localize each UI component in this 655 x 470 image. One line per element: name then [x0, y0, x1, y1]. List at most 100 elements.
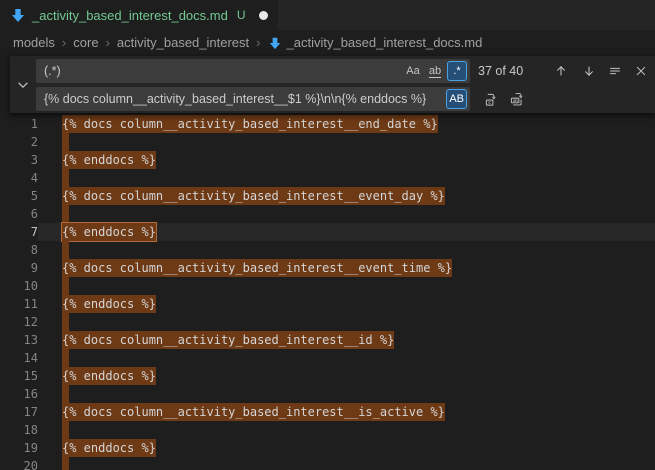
match-highlight: {% docs column__activity_based_interest_… [62, 331, 394, 349]
match-highlight [62, 421, 69, 439]
line-number: 10 [0, 277, 38, 295]
breadcrumb-item-core[interactable]: core [73, 35, 98, 50]
breadcrumb-item-file[interactable]: _activity_based_interest_docs.md [268, 35, 483, 50]
find-value: (.*) [44, 64, 403, 78]
match-highlight: {% docs column__activity_based_interest_… [62, 115, 438, 133]
replace-all-button[interactable]: ab [506, 88, 528, 110]
chevron-right-icon: › [256, 35, 260, 50]
svg-text:ab: ab [512, 98, 518, 103]
match-highlight [62, 241, 69, 259]
chevron-right-icon: › [62, 35, 66, 50]
whole-word-toggle[interactable]: ab [425, 61, 445, 81]
editor-line[interactable]: 2 [0, 133, 655, 151]
editor-lines: 1{% docs column__activity_based_interest… [0, 115, 655, 470]
chevron-down-icon [16, 78, 30, 92]
svg-text:c: c [488, 100, 491, 106]
line-number: 13 [0, 331, 38, 349]
line-number: 15 [0, 367, 38, 385]
tab-bar: _activity_based_interest_docs.md U [0, 0, 655, 30]
match-highlight: {% enddocs %} [62, 439, 156, 457]
editor-line-current-match[interactable]: 7 {% enddocs %} [0, 223, 655, 241]
replace-input[interactable]: {% docs column__activity_based_interest_… [36, 87, 470, 111]
match-highlight: {% docs column__activity_based_interest_… [62, 259, 452, 277]
preserve-case-toggle[interactable]: AB [446, 89, 467, 109]
editor[interactable]: 1{% docs column__activity_based_interest… [0, 55, 655, 470]
arrow-up-icon [554, 64, 568, 78]
editor-line[interactable]: 16 [0, 385, 655, 403]
editor-line[interactable]: 1{% docs column__activity_based_interest… [0, 115, 655, 133]
replace-toggles: AB [446, 89, 467, 109]
next-match-button[interactable] [578, 60, 600, 82]
line-number: 7 [0, 223, 38, 241]
match-highlight: {% enddocs %} [62, 295, 156, 313]
replace-value: {% docs column__activity_based_interest_… [44, 92, 446, 106]
editor-line[interactable]: 10 [0, 277, 655, 295]
line-number: 17 [0, 403, 38, 421]
line-number: 2 [0, 133, 38, 151]
current-match-highlight: {% enddocs %} [62, 223, 156, 241]
line-number: 4 [0, 169, 38, 187]
previous-match-button[interactable] [550, 60, 572, 82]
line-number: 19 [0, 439, 38, 457]
editor-line[interactable]: 14 [0, 349, 655, 367]
match-highlight [62, 169, 69, 187]
line-number: 11 [0, 295, 38, 313]
editor-line[interactable]: 18 [0, 421, 655, 439]
breadcrumb-item-models[interactable]: models [13, 35, 55, 50]
tab-filename: _activity_based_interest_docs.md [32, 8, 228, 23]
editor-line[interactable]: 11 {% enddocs %} [0, 295, 655, 313]
match-highlight [62, 313, 69, 331]
editor-line[interactable]: 12 [0, 313, 655, 331]
whole-word-label: ab [429, 65, 441, 78]
close-find-button[interactable] [630, 60, 652, 82]
match-highlight [62, 277, 69, 295]
line-number: 14 [0, 349, 38, 367]
breadcrumb-item-activity-based-interest[interactable]: activity_based_interest [117, 35, 249, 50]
replace-all-icon: ab [510, 92, 525, 107]
editor-line[interactable]: 5{% docs column__activity_based_interest… [0, 187, 655, 205]
find-toggles: Aa ab .* [403, 61, 467, 81]
selection-icon [608, 64, 622, 78]
match-highlight [62, 385, 69, 403]
editor-line[interactable]: 19 {% enddocs %} [0, 439, 655, 457]
find-input[interactable]: (.*) Aa ab .* [36, 59, 470, 83]
match-highlight [62, 205, 69, 223]
markdown-icon [268, 36, 282, 50]
line-number: 5 [0, 187, 38, 205]
editor-line[interactable]: 8 [0, 241, 655, 259]
editor-line[interactable]: 4 [0, 169, 655, 187]
regex-toggle[interactable]: .* [447, 61, 467, 81]
close-icon [634, 64, 648, 78]
find-replace-widget: (.*) Aa ab .* 37 of 40 {% docs column__a… [10, 56, 655, 113]
breadcrumb: models › core › activity_based_interest … [0, 30, 655, 55]
line-number: 9 [0, 259, 38, 277]
editor-line[interactable]: 13 {% docs column__activity_based_interes… [0, 331, 655, 349]
line-number: 20 [0, 457, 38, 470]
replace-button[interactable]: c [480, 88, 502, 110]
line-number: 6 [0, 205, 38, 223]
editor-line[interactable]: 15 {% enddocs %} [0, 367, 655, 385]
editor-line[interactable]: 6 [0, 205, 655, 223]
match-highlight: {% docs column__activity_based_interest_… [62, 403, 445, 421]
arrow-down-icon [582, 64, 596, 78]
markdown-icon [10, 7, 26, 23]
match-highlight: {% enddocs %} [62, 367, 156, 385]
toggle-replace-button[interactable] [10, 56, 36, 113]
editor-line[interactable]: 20 [0, 457, 655, 470]
editor-line[interactable]: 9 {% docs column__activity_based_interest… [0, 259, 655, 277]
match-highlight: {% enddocs %} [62, 151, 156, 169]
line-number: 16 [0, 385, 38, 403]
results-count: 37 of 40 [478, 59, 523, 83]
tab-active-file[interactable]: _activity_based_interest_docs.md U [0, 0, 278, 30]
line-number: 12 [0, 313, 38, 331]
find-in-selection-button[interactable] [604, 60, 626, 82]
replace-icon: c [484, 92, 499, 107]
line-number: 8 [0, 241, 38, 259]
editor-line[interactable]: 17 {% docs column__activity_based_interes… [0, 403, 655, 421]
modified-dot-icon[interactable] [259, 11, 268, 20]
match-case-toggle[interactable]: Aa [403, 61, 423, 81]
match-highlight [62, 133, 69, 151]
line-number: 3 [0, 151, 38, 169]
breadcrumb-filename: _activity_based_interest_docs.md [287, 35, 483, 50]
editor-line[interactable]: 3 {% enddocs %} [0, 151, 655, 169]
